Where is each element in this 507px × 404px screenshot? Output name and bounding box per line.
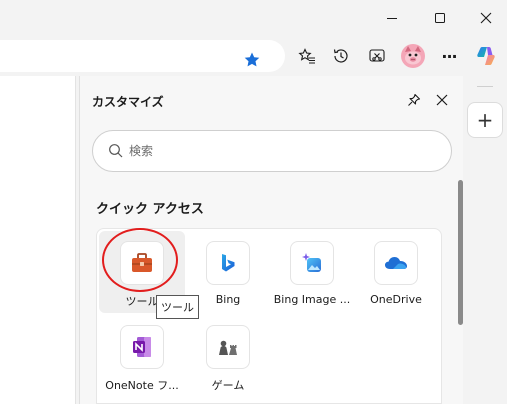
address-bar[interactable] <box>0 40 285 72</box>
maximize-icon <box>435 13 445 23</box>
tile-icon-box <box>290 241 334 285</box>
star-shape <box>244 52 260 67</box>
browser-toolbar: ··· <box>0 36 507 76</box>
tile-bing-image-creator[interactable]: Bing Image ... <box>269 231 355 313</box>
history-icon <box>333 49 348 63</box>
tile-label: OneDrive <box>370 293 422 306</box>
panel-title: カスタマイズ <box>92 95 164 109</box>
tile-icon-box <box>374 241 418 285</box>
tile-onedrive[interactable]: OneDrive <box>353 231 439 313</box>
pin-icon <box>408 93 421 106</box>
tile-label: OneNote フ... <box>105 379 179 392</box>
tooltip: ツール <box>156 295 199 319</box>
copilot-icon <box>477 47 495 65</box>
section-title: クイック アクセス <box>96 202 204 217</box>
edge-sidebar: + <box>463 76 507 404</box>
profile-avatar <box>401 44 425 68</box>
favorite-star-button[interactable] <box>236 44 268 76</box>
profile-button[interactable] <box>397 40 429 72</box>
search-icon <box>109 144 123 158</box>
tile-icon-box <box>206 325 250 369</box>
games-icon <box>219 340 237 355</box>
close-icon <box>436 94 448 106</box>
close-button[interactable] <box>463 0 507 36</box>
tile-label: ゲーム <box>211 379 245 392</box>
sidebar-divider <box>477 86 493 87</box>
panel-close-button[interactable] <box>430 88 454 112</box>
copilot-button[interactable] <box>470 40 502 72</box>
screenshot-button[interactable] <box>361 40 393 72</box>
onedrive-icon <box>385 257 407 269</box>
favorites-icon <box>298 48 315 64</box>
search-box[interactable] <box>92 130 452 172</box>
tile-label: Bing Image ... <box>273 293 351 306</box>
maximize-button[interactable] <box>417 0 463 36</box>
highlight-circle <box>102 228 178 292</box>
title-bar <box>0 0 507 36</box>
bing-icon <box>222 254 235 272</box>
sidebar-add-button[interactable]: + <box>467 102 503 138</box>
tile-onenote[interactable]: OneNote フ... <box>99 315 185 397</box>
tile-icon-box <box>206 241 250 285</box>
onenote-icon <box>133 337 151 357</box>
favorites-button[interactable] <box>291 40 323 72</box>
tile-games[interactable]: ゲーム <box>185 315 271 397</box>
minimize-icon <box>387 18 397 19</box>
pin-button[interactable] <box>402 88 426 112</box>
screenshot-icon <box>369 49 385 62</box>
minimize-button[interactable] <box>369 0 415 36</box>
page-content <box>0 76 76 404</box>
star-filled-icon <box>244 52 260 67</box>
plus-icon: + <box>476 108 494 132</box>
more-icon: ··· <box>441 46 457 66</box>
more-button[interactable]: ··· <box>433 40 465 72</box>
search-input[interactable] <box>129 141 429 161</box>
bing-image-creator-icon <box>302 253 321 272</box>
close-icon <box>480 12 492 24</box>
tile-icon-box <box>120 325 164 369</box>
history-button[interactable] <box>325 40 357 72</box>
